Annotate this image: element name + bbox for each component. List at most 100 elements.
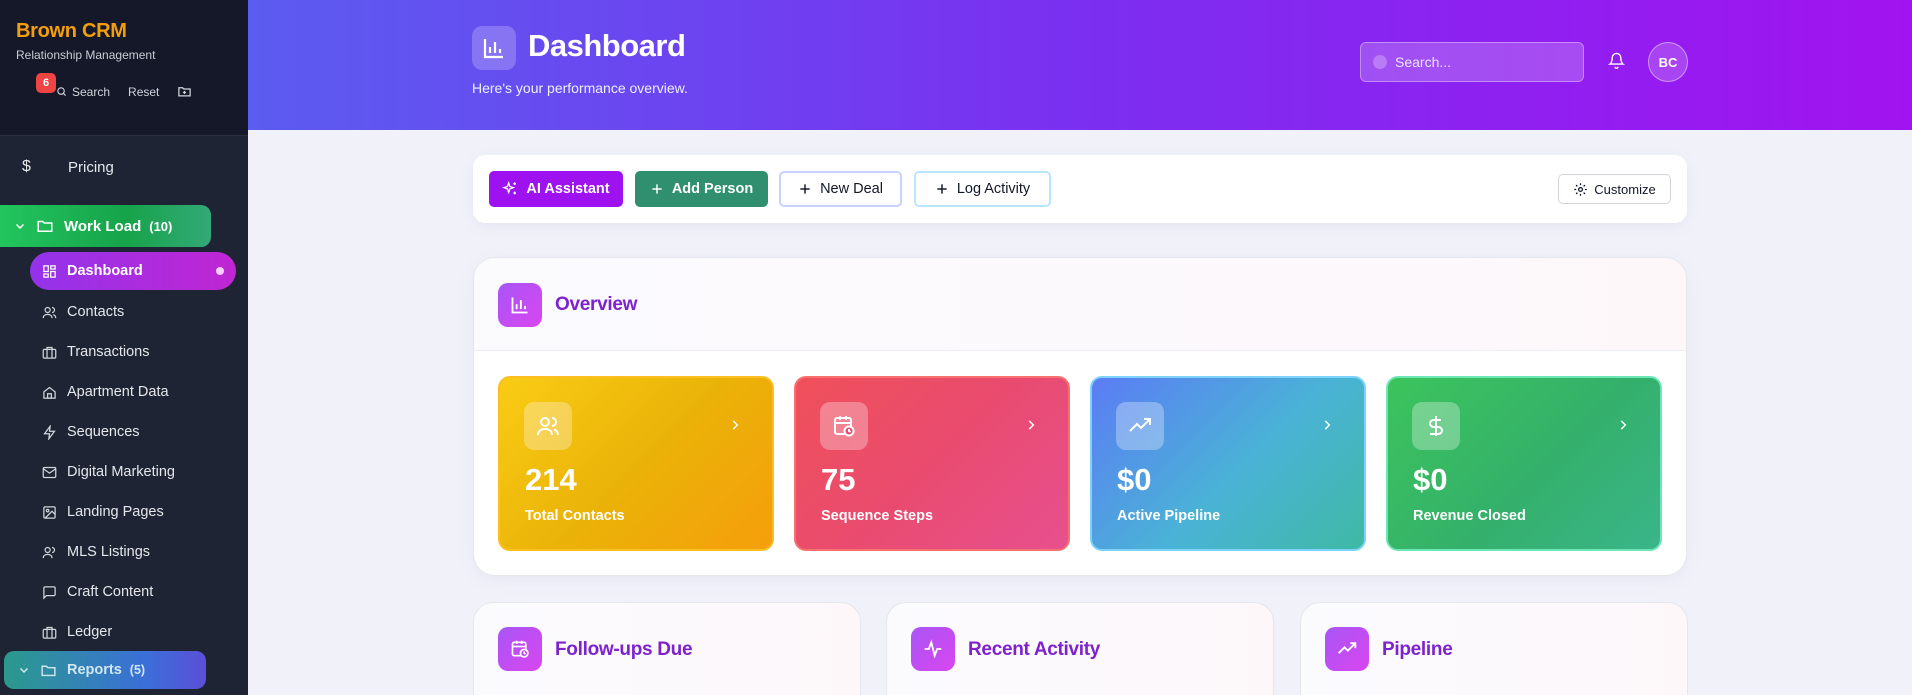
header-icon: [472, 26, 516, 70]
stat-value: 214: [525, 462, 577, 497]
followups-title: Follow-ups Due: [555, 639, 693, 660]
search-placeholder: Search...: [1395, 54, 1452, 70]
sidebar-item-label: MLS Listings: [67, 544, 151, 560]
bar-chart-icon: [511, 297, 528, 314]
stat-label: Sequence Steps: [821, 508, 934, 524]
ai-assistant-label: AI Assistant: [526, 181, 610, 197]
chevron-down-icon: [15, 223, 25, 230]
stat-card-active-pipeline[interactable]: $0 Active Pipeline: [1090, 376, 1366, 551]
chevron-right-icon: [732, 420, 739, 430]
overview-header: Overview: [474, 258, 1686, 351]
sidebar-item-label: Craft Content: [67, 584, 154, 600]
calendar-clock-icon: [511, 640, 529, 658]
stat-card-sequence-steps[interactable]: 75 Sequence Steps: [794, 376, 1070, 551]
sidebar-nav: Dashboard Contacts Transactions Apartmen…: [30, 252, 236, 652]
chevron-right-icon: [1620, 420, 1627, 430]
plus-icon: [937, 184, 947, 194]
group-count: (5): [129, 663, 146, 677]
customize-button[interactable]: Customize: [1558, 174, 1671, 204]
trending-up-icon: [1338, 642, 1357, 654]
home-icon: [43, 386, 56, 399]
trending-up-icon: [1116, 402, 1164, 450]
folder-icon: [37, 220, 53, 232]
user-icon: [42, 546, 56, 558]
bell-icon: [1607, 52, 1626, 69]
pipeline-icon: [1325, 627, 1369, 671]
stat-value: $0: [1413, 462, 1448, 497]
notifications-button[interactable]: 6: [24, 72, 56, 99]
active-indicator: [216, 267, 224, 275]
chevron-right-icon: [1028, 420, 1035, 430]
sidebar-item-label: Dashboard: [67, 263, 143, 279]
sidebar-item-label: Digital Marketing: [67, 464, 175, 480]
stat-label: Total Contacts: [525, 508, 625, 524]
new-deal-button[interactable]: New Deal: [779, 171, 902, 207]
sidebar-reset-button[interactable]: Reset: [128, 85, 159, 99]
new-folder-button[interactable]: [177, 84, 192, 99]
sidebar-item-pricing[interactable]: $ Pricing: [22, 158, 114, 176]
sidebar-item-label: Ledger: [67, 624, 113, 640]
briefcase-icon: [42, 626, 57, 639]
group-label: Work Load: [64, 217, 142, 235]
ai-assistant-button[interactable]: AI Assistant: [489, 171, 623, 207]
log-activity-button[interactable]: Log Activity: [914, 171, 1051, 207]
briefcase-icon: [42, 346, 57, 359]
dollar-icon: [1412, 402, 1460, 450]
notification-badge: 6: [36, 72, 56, 93]
pipeline-panel: Pipeline: [1300, 602, 1688, 695]
search-input[interactable]: Search...: [1360, 42, 1584, 82]
overview-panel: Overview 214 Total Contacts 75 Sequence …: [473, 257, 1687, 576]
search-icon: [1373, 55, 1387, 69]
pipeline-title: Pipeline: [1382, 639, 1453, 660]
sidebar-item-sequences[interactable]: Sequences: [30, 412, 236, 452]
avatar[interactable]: BC: [1648, 42, 1688, 82]
followups-panel: Follow-ups Due: [473, 602, 861, 695]
sidebar-item-label: Contacts: [67, 304, 125, 320]
sidebar-item-dashboard[interactable]: Dashboard: [30, 252, 236, 290]
stat-value: 75: [821, 462, 856, 497]
folder-plus-icon: [178, 87, 192, 97]
sidebar-item-digital-marketing[interactable]: Digital Marketing: [30, 452, 236, 492]
mail-icon: [42, 466, 57, 478]
sidebar-reset-label: Reset: [128, 84, 160, 99]
sidebar-item-mls-listings[interactable]: MLS Listings: [30, 532, 236, 572]
sidebar-item-transactions[interactable]: Transactions: [30, 332, 236, 372]
stat-card-revenue-closed[interactable]: $0 Revenue Closed: [1386, 376, 1662, 551]
new-deal-label: New Deal: [820, 181, 883, 197]
folder-icon: [41, 665, 56, 676]
followups-icon: [498, 627, 542, 671]
add-person-button[interactable]: Add Person: [635, 171, 768, 207]
dollar-icon: $: [22, 158, 31, 175]
sidebar-group-workload[interactable]: Work Load (10): [0, 205, 211, 247]
group-count: (10): [149, 218, 173, 234]
sidebar-item-label: Transactions: [67, 344, 150, 360]
users-icon: [524, 402, 572, 450]
notifications-button[interactable]: [1607, 52, 1626, 74]
sidebar-tools: 6 Search Reset: [24, 72, 192, 99]
chevron-right-icon: [1324, 420, 1331, 430]
stat-label: Revenue Closed: [1413, 508, 1526, 524]
sparkles-icon: [502, 181, 517, 195]
gear-icon: [1574, 182, 1588, 196]
sidebar-item-craft-content[interactable]: Craft Content: [30, 572, 236, 612]
zap-icon: [43, 424, 56, 440]
group-label: Reports: [67, 662, 122, 678]
bar-chart-icon: [483, 39, 503, 59]
sidebar-header: Brown CRM Relationship Management 6 Sear…: [0, 0, 248, 136]
page-header: Dashboard Here's your performance overvi…: [248, 0, 1912, 130]
stat-card-total-contacts[interactable]: 214 Total Contacts: [498, 376, 774, 551]
sidebar-item-apartment-data[interactable]: Apartment Data: [30, 372, 236, 412]
brand-name[interactable]: Brown CRM: [16, 20, 232, 43]
sidebar-search-label: Search: [72, 84, 111, 99]
sidebar-group-reports[interactable]: Reports (5): [4, 651, 206, 689]
sidebar-search-button[interactable]: Search: [56, 85, 110, 99]
chevron-down-icon: [19, 667, 29, 674]
pulse-icon: [924, 639, 942, 659]
calendar-clock-icon: [820, 402, 868, 450]
sidebar-item-contacts[interactable]: Contacts: [30, 292, 236, 332]
sidebar-item-landing-pages[interactable]: Landing Pages: [30, 492, 236, 532]
page-subtitle: Here's your performance overview.: [472, 80, 688, 96]
add-person-label: Add Person: [671, 181, 754, 197]
sidebar-item-label: Apartment Data: [67, 384, 169, 400]
sidebar-item-ledger[interactable]: Ledger: [30, 612, 236, 652]
